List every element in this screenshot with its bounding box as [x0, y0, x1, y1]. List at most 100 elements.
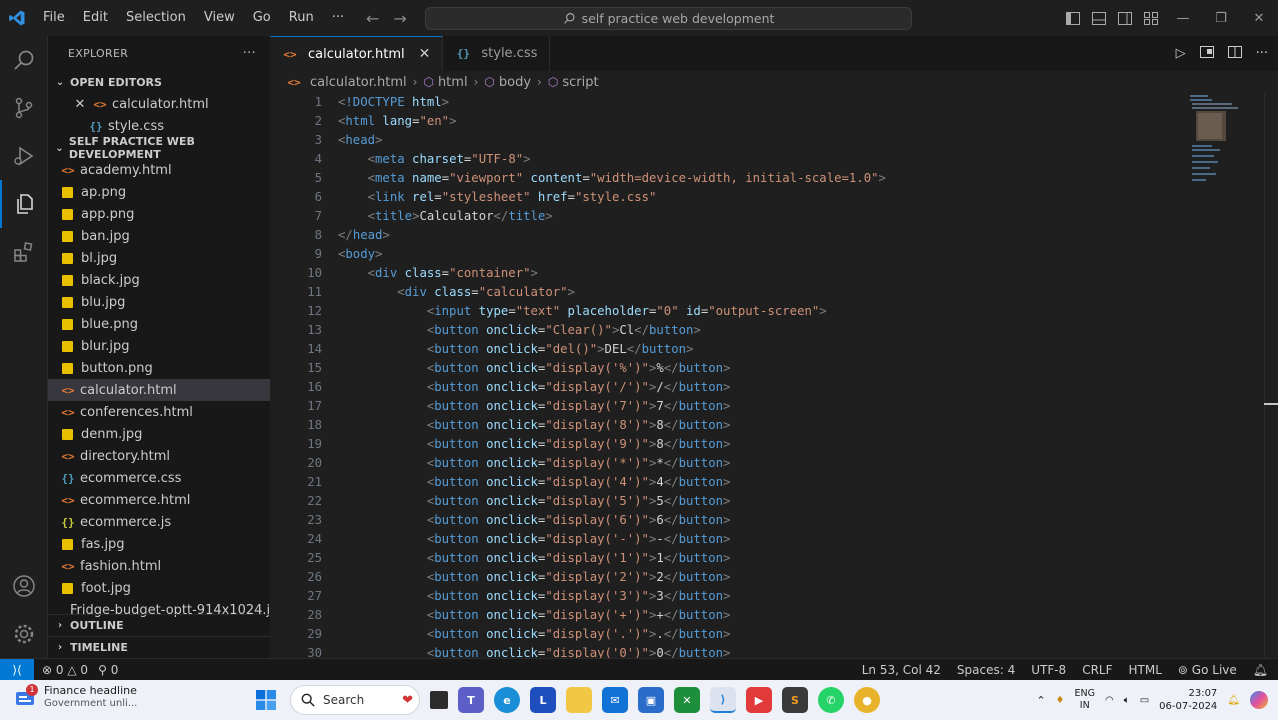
breadcrumb-item[interactable]: ⬡ body: [484, 75, 531, 90]
file-item[interactable]: <> academy.html: [48, 159, 270, 181]
toggle-secondary-sidebar-icon[interactable]: [1112, 0, 1138, 36]
input-language[interactable]: ENG IN: [1075, 688, 1095, 712]
app-l-taskbar-icon[interactable]: L: [530, 687, 556, 713]
open-editors-section[interactable]: ⌄ OPEN EDITORS: [48, 71, 270, 93]
teams-taskbar-icon[interactable]: T: [458, 687, 484, 713]
end-of-line[interactable]: CRLF: [1082, 663, 1112, 677]
mail-taskbar-icon[interactable]: ✉: [602, 687, 628, 713]
maximize-button[interactable]: ❐: [1202, 0, 1240, 36]
file-item[interactable]: <> conferences.html: [48, 401, 270, 423]
outline-section[interactable]: › OUTLINE: [48, 614, 270, 636]
menu-item-4[interactable]: Go: [244, 0, 280, 36]
close-window-button[interactable]: ✕: [1240, 0, 1278, 36]
toggle-primary-sidebar-icon[interactable]: [1060, 0, 1086, 36]
tray-chevron-up-icon[interactable]: ⌃: [1036, 694, 1045, 707]
open-preview-icon[interactable]: [1199, 45, 1214, 62]
news-widget[interactable]: 1 Finance headline Government unli...: [14, 684, 137, 710]
file-item[interactable]: <> calculator.html: [48, 379, 270, 401]
file-item[interactable]: black.jpg: [48, 269, 270, 291]
tray-app-icon[interactable]: ♦: [1056, 695, 1065, 706]
toggle-panel-icon[interactable]: [1086, 0, 1112, 36]
chrome-taskbar-icon[interactable]: ●: [854, 687, 880, 713]
notifications-bell-icon[interactable]: 🔔︎: [1253, 663, 1268, 677]
problems-indicator[interactable]: ⊗ 0 △ 0: [42, 663, 88, 677]
account-icon[interactable]: [0, 562, 48, 610]
run-file-icon[interactable]: ▷: [1176, 46, 1186, 61]
file-item[interactable]: ap.png: [48, 181, 270, 203]
command-center[interactable]: self practice web development: [425, 7, 912, 30]
menu-item-2[interactable]: Selection: [117, 0, 195, 36]
store-taskbar-icon[interactable]: ▣: [638, 687, 664, 713]
customize-layout-icon[interactable]: [1138, 0, 1164, 36]
volume-icon[interactable]: 🔈︎: [1124, 695, 1130, 706]
file-item[interactable]: blue.png: [48, 313, 270, 335]
file-item[interactable]: denm.jpg: [48, 423, 270, 445]
wifi-icon[interactable]: ◠: [1105, 695, 1114, 706]
run-debug-icon[interactable]: [0, 132, 48, 180]
ports-indicator[interactable]: ⚲ 0: [98, 663, 118, 677]
minimap[interactable]: [1188, 93, 1248, 213]
vscode-taskbar-icon[interactable]: ⟩: [710, 687, 736, 713]
explorer-more-button[interactable]: ···: [243, 46, 256, 61]
file-item[interactable]: {} ecommerce.css: [48, 467, 270, 489]
folder-section[interactable]: ⌄ SELF PRACTICE WEB DEVELOPMENT: [48, 135, 270, 161]
editor-tab[interactable]: {} style.css: [443, 36, 551, 71]
menu-item-1[interactable]: Edit: [74, 0, 117, 36]
file-item[interactable]: {} ecommerce.js: [48, 511, 270, 533]
cursor-position[interactable]: Ln 53, Col 42: [862, 663, 941, 677]
remote-indicator-icon[interactable]: ⟩⟨: [0, 658, 34, 681]
taskbar-search[interactable]: Search ❤: [290, 685, 420, 715]
explorer-icon[interactable]: [0, 180, 48, 228]
sublime-taskbar-icon[interactable]: S: [782, 687, 808, 713]
editor-scrollbar[interactable]: [1264, 93, 1278, 658]
copilot-icon[interactable]: [1250, 691, 1268, 709]
language-mode[interactable]: HTML: [1129, 663, 1162, 677]
file-item[interactable]: ban.jpg: [48, 225, 270, 247]
close-tab-icon[interactable]: ✕: [419, 46, 431, 62]
source-control-icon[interactable]: [0, 84, 48, 132]
breadcrumb-item[interactable]: ⬡ script: [548, 75, 599, 90]
indentation[interactable]: Spaces: 4: [957, 663, 1015, 677]
file-item[interactable]: bl.jpg: [48, 247, 270, 269]
settings-gear-icon[interactable]: [0, 610, 48, 658]
forward-arrow-icon[interactable]: →: [393, 9, 406, 28]
go-live-button[interactable]: ⊚ Go Live: [1178, 663, 1237, 677]
xbox-taskbar-icon[interactable]: ✕: [674, 687, 700, 713]
edge-taskbar-icon[interactable]: e: [494, 687, 520, 713]
windows-start-icon[interactable]: [252, 686, 280, 714]
file-item[interactable]: button.png: [48, 357, 270, 379]
search-activity-icon[interactable]: [0, 36, 48, 84]
open-editor-item[interactable]: {} style.css: [48, 115, 270, 137]
code-editor[interactable]: 1 <!DOCTYPE html> 2 <html lang="en"> 3 <head>…: [270, 93, 1180, 658]
file-explorer-taskbar-icon[interactable]: [430, 691, 448, 709]
file-item[interactable]: app.png: [48, 203, 270, 225]
file-item[interactable]: <> ecommerce.html: [48, 489, 270, 511]
split-editor-icon[interactable]: [1227, 45, 1242, 62]
media-taskbar-icon[interactable]: ▶: [746, 687, 772, 713]
file-item[interactable]: fas.jpg: [48, 533, 270, 555]
file-item[interactable]: blu.jpg: [48, 291, 270, 313]
whatsapp-taskbar-icon[interactable]: ✆: [818, 687, 844, 713]
file-item[interactable]: <> fashion.html: [48, 555, 270, 577]
menu-item-5[interactable]: Run: [280, 0, 323, 36]
open-editor-item[interactable]: ✕ <> calculator.html: [48, 93, 270, 115]
file-item[interactable]: <> directory.html: [48, 445, 270, 467]
menu-item-0[interactable]: File: [34, 0, 74, 36]
file-encoding[interactable]: UTF-8: [1031, 663, 1066, 677]
more-actions-icon[interactable]: ···: [1256, 46, 1268, 61]
editor-tab[interactable]: <> calculator.html ✕: [270, 36, 444, 71]
breadcrumb-item[interactable]: ⬡ html: [423, 75, 467, 90]
minimize-button[interactable]: —: [1164, 0, 1202, 36]
notification-bell-icon[interactable]: 🔔︎: [1227, 695, 1240, 706]
battery-icon[interactable]: ▭: [1140, 695, 1149, 706]
back-arrow-icon[interactable]: ←: [366, 9, 379, 28]
menu-item-6[interactable]: ···: [323, 0, 353, 36]
clock[interactable]: 23:07 06-07-2024: [1159, 687, 1217, 713]
file-item[interactable]: foot.jpg: [48, 577, 270, 599]
close-icon[interactable]: ✕: [72, 97, 88, 112]
breadcrumb-item[interactable]: <> calculator.html: [286, 75, 406, 90]
menu-item-3[interactable]: View: [195, 0, 244, 36]
extensions-icon[interactable]: [0, 228, 48, 276]
file-item[interactable]: blur.jpg: [48, 335, 270, 357]
timeline-section[interactable]: › TIMELINE: [48, 636, 270, 658]
